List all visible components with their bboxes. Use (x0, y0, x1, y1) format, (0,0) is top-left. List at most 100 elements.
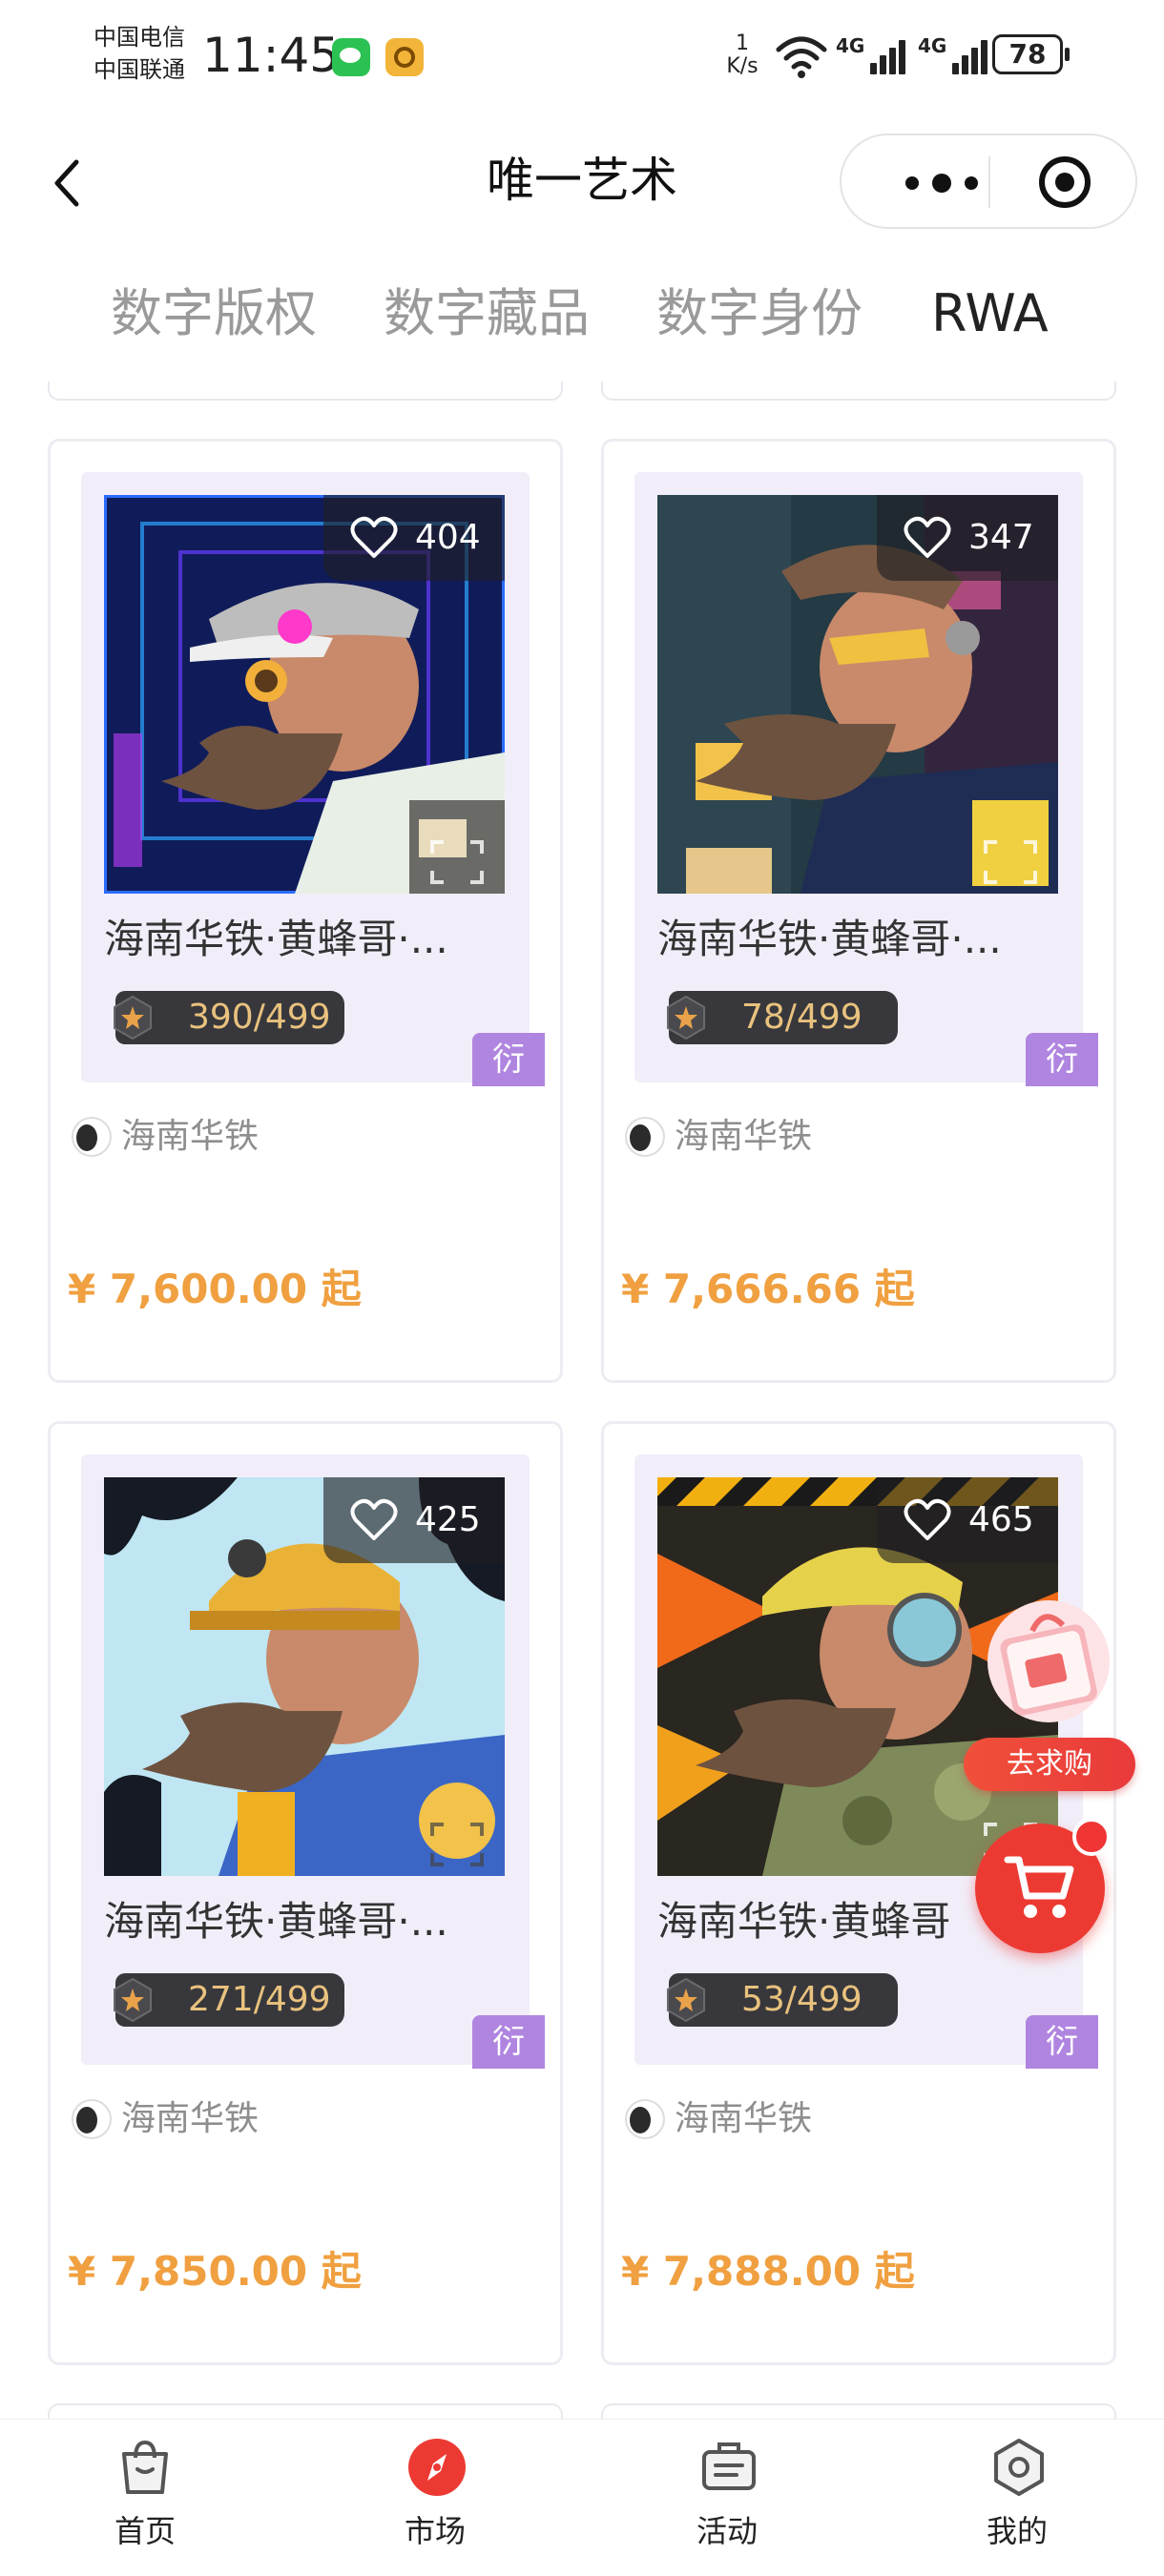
category-tabs: 数字版权 数字藏品 数字身份 RWA (0, 267, 1164, 372)
target-close-icon[interactable] (1037, 155, 1092, 210)
like-count: 404 (415, 518, 481, 557)
product-artwork: 404 (104, 495, 505, 894)
issuer-name: 海南华铁 (121, 1117, 260, 1156)
like-count: 465 (968, 1500, 1034, 1539)
like-count: 425 (415, 1500, 481, 1539)
net-speed: 1 K/s (721, 32, 763, 78)
carrier-1: 中国电信 (94, 24, 185, 51)
sim1-signal-icon: 4G (836, 29, 908, 78)
like-counter[interactable]: 347 (877, 495, 1058, 581)
product-image-frame: 347 海南华铁·黄蜂哥·... 78/499 衍 (634, 472, 1098, 1086)
carrier-2: 中国联通 (94, 56, 185, 83)
scan-frame-icon (984, 840, 1037, 884)
more-dots-icon[interactable] (899, 170, 985, 196)
nav-item-profile[interactable]: 我的 (903, 2420, 1132, 2576)
sim1-label: 4G (836, 34, 865, 57)
nav-label: 我的 (986, 2513, 1048, 2549)
star-medal-icon (667, 995, 705, 1041)
star-medal-icon (667, 1977, 705, 2023)
cart-badge-dot (1072, 1818, 1111, 1856)
scan-frame-icon (430, 840, 484, 884)
tab-digital-copyright[interactable]: 数字版权 (111, 280, 317, 347)
product-price: ¥ 7,888.00 起 (621, 2248, 915, 2295)
product-price: ¥ 7,666.66 起 (621, 1266, 915, 1312)
nav-item-market[interactable]: 市场 (321, 2420, 550, 2576)
stock-count: 53/499 (741, 1980, 863, 2019)
stock-badge: 271/499 (114, 1973, 344, 2027)
tab-rwa[interactable]: RWA (931, 280, 1049, 347)
product-price: ¥ 7,850.00 起 (68, 2248, 362, 2295)
tab-digital-collectibles[interactable]: 数字藏品 (384, 280, 590, 347)
issuer-name: 海南华铁 (675, 2099, 813, 2138)
stock-badge: 78/499 (667, 991, 898, 1044)
product-image-frame: 425 海南华铁·黄蜂哥·... 271/499 衍 (81, 1454, 545, 2069)
shopping-bag-gift-icon (987, 1600, 1110, 1722)
card-partial-top-right (601, 381, 1116, 401)
briefcase-icon (702, 2442, 756, 2490)
stock-count: 78/499 (741, 998, 863, 1037)
product-price: ¥ 7,600.00 起 (68, 1266, 362, 1312)
issuer-name: 海南华铁 (675, 1117, 813, 1156)
product-name: 海南华铁·黄蜂哥·... (657, 916, 1002, 962)
like-counter[interactable]: 425 (323, 1477, 505, 1563)
nav-label: 市场 (404, 2513, 466, 2549)
buy-request-label: 去求购 (964, 1738, 1135, 1791)
shopping-bag-icon (122, 2440, 168, 2494)
nav-item-activity[interactable]: 活动 (613, 2420, 842, 2576)
compass-icon (408, 2439, 466, 2496)
sim2-label: 4G (918, 34, 947, 57)
nav-item-home[interactable]: 首页 (31, 2420, 260, 2576)
chevron-left-icon[interactable] (48, 156, 88, 210)
product-card[interactable]: 404 海南华铁·黄蜂哥·... 390/499 衍 海南华铁 ¥ 7,600.… (48, 439, 563, 1383)
status-bar: 中国电信 中国联通 11:45 1 K/s 4G 4G 78 (0, 0, 1164, 114)
tab-digital-identity[interactable]: 数字身份 (656, 280, 863, 347)
like-counter[interactable]: 404 (323, 495, 505, 581)
issuer-avatar (72, 1117, 112, 1157)
net-speed-value: 1 (736, 31, 749, 55)
product-card[interactable]: 347 海南华铁·黄蜂哥·... 78/499 衍 海南华铁 ¥ 7,666.6… (601, 439, 1116, 1383)
derivative-tag: 衍 (472, 1033, 545, 1086)
product-artwork: 347 (657, 495, 1058, 894)
battery-icon: 78 (992, 34, 1070, 74)
stock-badge: 390/499 (114, 991, 344, 1044)
derivative-tag: 衍 (1026, 2015, 1098, 2069)
product-name: 海南华铁·黄蜂哥·... (104, 916, 448, 962)
product-name: 海南华铁·黄蜂哥·... (104, 1898, 448, 1945)
shopping-cart-icon (1004, 1856, 1074, 1918)
like-counter[interactable]: 465 (877, 1477, 1058, 1563)
nav-bar: 唯一艺术 (0, 124, 1164, 238)
heart-icon (904, 1498, 951, 1540)
nav-label: 首页 (114, 2513, 176, 2549)
issuer-avatar (625, 2099, 665, 2139)
issuer-name: 海南华铁 (121, 2099, 260, 2138)
scan-frame-icon (430, 1823, 484, 1866)
heart-icon (350, 516, 398, 558)
shopping-cart-button[interactable] (975, 1818, 1111, 1953)
sim2-signal-icon: 4G (918, 29, 990, 78)
wifi-icon (776, 36, 827, 78)
stock-count: 390/499 (188, 998, 331, 1037)
issuer-avatar (625, 1117, 665, 1157)
stock-badge: 53/499 (667, 1973, 898, 2027)
buy-request-float-button[interactable]: 去求购 (964, 1583, 1135, 1793)
nav-label: 活动 (696, 2513, 758, 2549)
net-speed-unit: K/s (726, 54, 759, 78)
bottom-nav: 首页 市场 活动 我的 (0, 2419, 1164, 2576)
star-medal-icon (114, 1977, 152, 2023)
issuer-avatar (72, 2099, 112, 2139)
star-medal-icon (114, 995, 152, 1041)
product-image-frame: 404 海南华铁·黄蜂哥·... 390/499 衍 (81, 472, 545, 1086)
wechat-notification-icon (332, 38, 370, 76)
carrier-labels: 中国电信 中国联通 (94, 21, 185, 86)
stock-count: 271/499 (188, 1980, 331, 2019)
heart-icon (904, 516, 951, 558)
clock: 11:45 (202, 28, 341, 83)
capsule-divider (988, 156, 990, 208)
derivative-tag: 衍 (1026, 1033, 1098, 1086)
heart-icon (350, 1498, 398, 1540)
app-notification-icon (385, 38, 424, 76)
derivative-tag: 衍 (472, 2015, 545, 2069)
product-card[interactable]: 425 海南华铁·黄蜂哥·... 271/499 衍 海南华铁 ¥ 7,850.… (48, 1421, 563, 2365)
like-count: 347 (968, 518, 1034, 557)
hexagon-icon (994, 2439, 1044, 2496)
